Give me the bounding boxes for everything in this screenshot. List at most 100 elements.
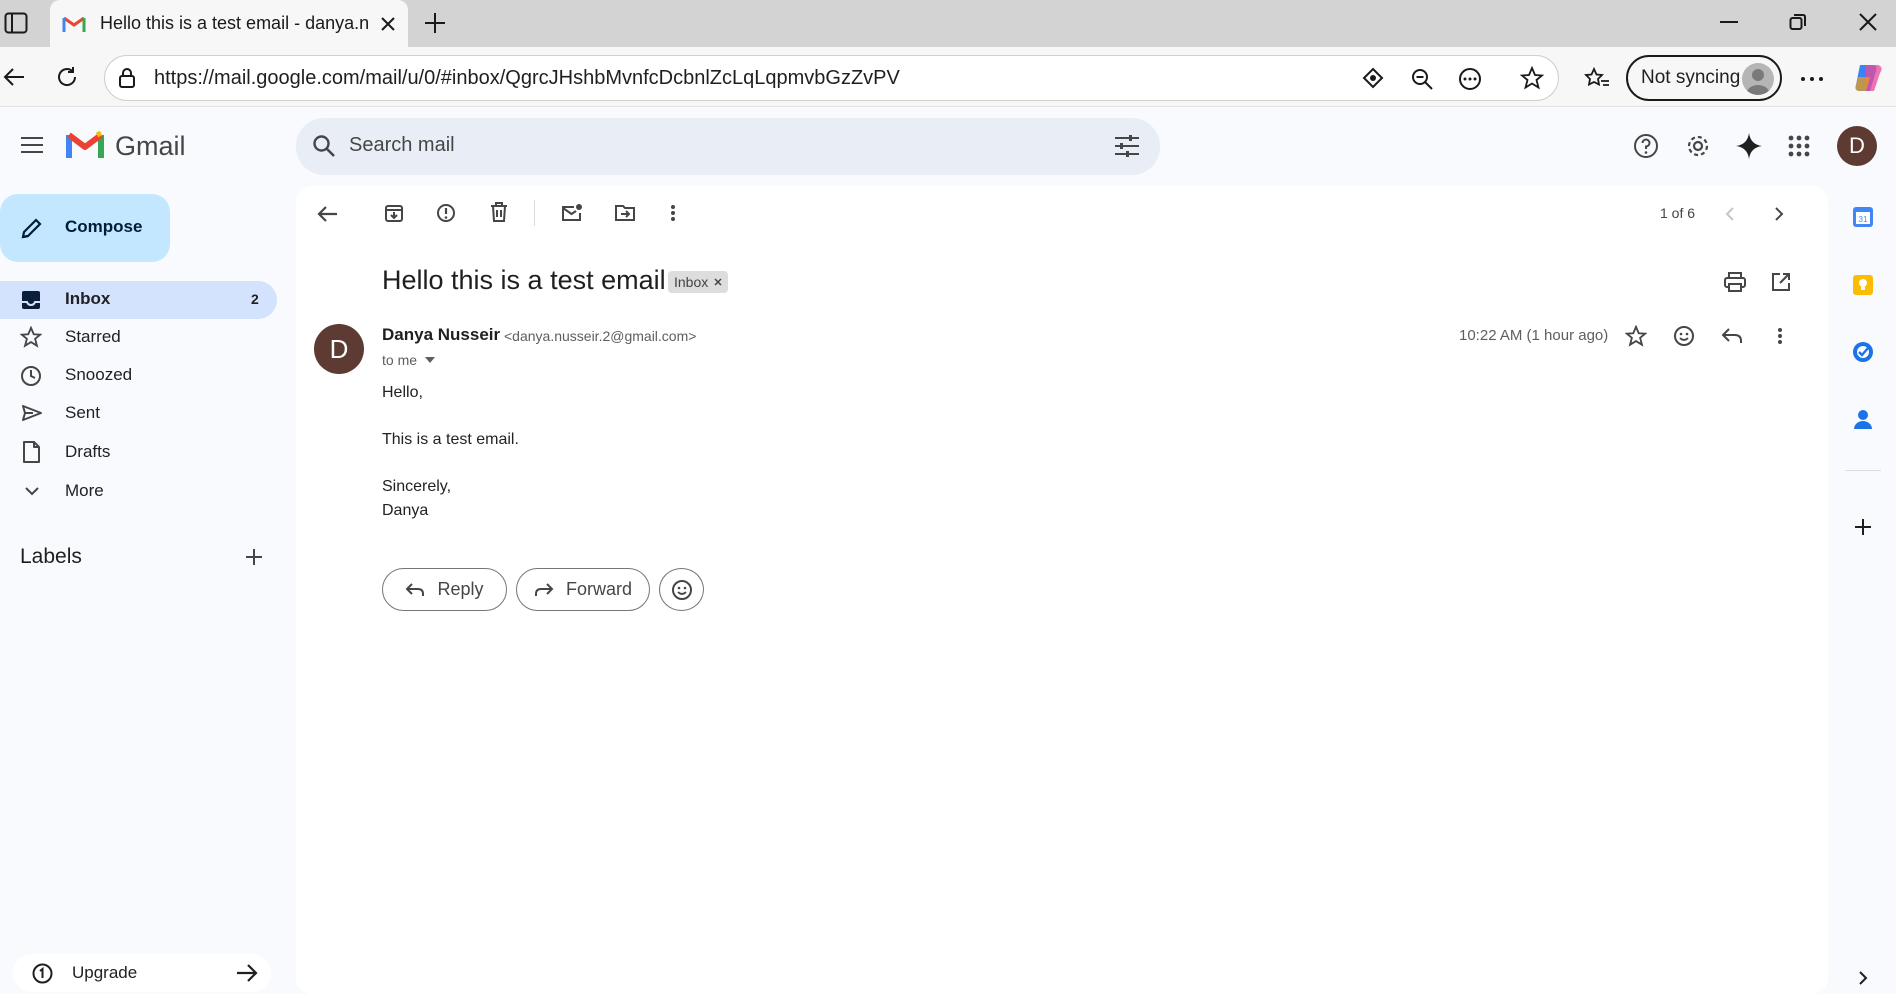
forward-arrow-icon	[534, 582, 554, 598]
browser-menu-icon[interactable]	[1800, 76, 1824, 82]
send-icon[interactable]	[21, 404, 43, 422]
message-more-icon[interactable]	[1777, 327, 1783, 345]
url-text[interactable]: https://mail.google.com/mail/u/0/#inbox/…	[154, 67, 900, 90]
search-options-icon[interactable]	[1114, 134, 1140, 158]
side-panel	[1831, 186, 1896, 994]
open-in-new-window-icon[interactable]	[1771, 272, 1791, 292]
labels-heading: Labels	[20, 545, 82, 568]
delete-trash-icon[interactable]	[490, 202, 508, 222]
calendar-icon[interactable]: 31	[1852, 206, 1874, 228]
svg-text:31: 31	[1859, 215, 1868, 224]
gmail-logo-text[interactable]: Gmail	[115, 131, 186, 162]
smiley-icon	[671, 579, 693, 601]
apps-grid-icon[interactable]	[1788, 135, 1810, 157]
sidebar-item-snoozed[interactable]: Snoozed	[65, 365, 132, 385]
new-tab-icon[interactable]	[423, 11, 447, 35]
keep-icon[interactable]	[1852, 274, 1874, 296]
move-to-folder-icon[interactable]	[614, 204, 636, 222]
reload-icon[interactable]	[55, 65, 79, 89]
sender-name[interactable]: Danya Nusseir	[382, 325, 500, 345]
upgrade-badge-icon	[32, 963, 53, 984]
sync-status-label: Not syncing	[1641, 67, 1741, 88]
browser-back-icon[interactable]	[2, 66, 26, 88]
tracking-prevention-icon[interactable]	[1362, 67, 1384, 89]
more-actions-icon[interactable]	[670, 204, 676, 222]
archive-icon[interactable]	[384, 203, 404, 223]
settings-gear-icon[interactable]	[1684, 132, 1712, 160]
side-panel-divider	[1845, 470, 1881, 471]
mark-unread-icon[interactable]	[561, 203, 583, 223]
label-chip-text: Inbox	[674, 274, 709, 290]
sidebar-item-sent[interactable]: Sent	[65, 403, 100, 423]
favorites-list-icon[interactable]	[1584, 66, 1610, 90]
copilot-icon[interactable]	[1852, 63, 1884, 93]
gemini-sparkle-icon[interactable]	[1735, 132, 1763, 160]
toolbar-divider	[534, 200, 535, 226]
upgrade-label: Upgrade	[72, 963, 138, 982]
emoji-reaction-button[interactable]	[659, 568, 704, 611]
site-info-icon[interactable]	[117, 67, 137, 89]
main-menu-icon[interactable]	[20, 136, 44, 154]
add-reaction-icon[interactable]	[1673, 325, 1695, 347]
add-label-icon[interactable]	[245, 548, 263, 566]
account-avatar[interactable]: D	[1837, 126, 1877, 166]
browser-tab-active[interactable]: Hello this is a test email - danya.nusse…	[50, 0, 408, 47]
tab-close-icon[interactable]	[380, 16, 396, 32]
tasks-icon[interactable]	[1852, 341, 1874, 363]
sidebar-item-more[interactable]: More	[65, 481, 104, 501]
draft-file-icon[interactable]	[22, 441, 40, 463]
gmail-logo-icon[interactable]	[66, 130, 104, 160]
sidebar-item-drafts[interactable]: Drafts	[65, 442, 110, 462]
contacts-icon[interactable]	[1853, 408, 1873, 430]
chevron-down-icon[interactable]	[24, 486, 40, 496]
sender-avatar[interactable]: D	[314, 324, 364, 374]
sidebar-item-starred[interactable]: Starred	[65, 327, 121, 347]
help-icon[interactable]	[1633, 133, 1659, 159]
reply-button[interactable]: Reply	[382, 568, 507, 611]
compose-label: Compose	[65, 217, 143, 236]
forward-button-label: Forward	[565, 579, 632, 599]
newer-chevron-left-icon[interactable]	[1725, 206, 1735, 222]
search-icon[interactable]	[312, 134, 336, 158]
sidebar-item-inbox[interactable]	[0, 281, 277, 319]
email-subject: Hello this is a test email	[382, 265, 666, 295]
recipient-details[interactable]: to me	[382, 352, 436, 368]
restore-window-icon[interactable]	[1789, 13, 1807, 31]
arrow-right-icon	[236, 963, 258, 983]
reply-arrow-icon	[405, 582, 425, 598]
caret-down-icon[interactable]	[425, 357, 436, 363]
message-pager: 1 of 6	[1660, 205, 1696, 221]
print-icon[interactable]	[1724, 272, 1746, 292]
recipient-text: to me	[382, 352, 418, 368]
inbox-label-chip: Inbox	[668, 271, 729, 293]
body-greeting: Hello,	[382, 384, 423, 401]
older-chevron-right-icon[interactable]	[1774, 206, 1784, 222]
gmail-favicon-icon	[62, 15, 86, 33]
body-signature: Danya	[382, 502, 429, 519]
forward-button[interactable]: Forward	[516, 568, 650, 611]
minimize-window-icon[interactable]	[1719, 20, 1739, 24]
sender-email: <danya.nusseir.2@gmail.com>	[504, 328, 697, 344]
zoom-out-icon[interactable]	[1410, 67, 1434, 91]
inbox-unread-count: 2	[251, 291, 259, 307]
back-to-inbox-icon[interactable]	[316, 205, 338, 223]
report-spam-icon[interactable]	[436, 203, 456, 223]
read-aloud-icon[interactable]	[1458, 67, 1482, 91]
tab-title: Hello this is a test email - danya.nusse…	[100, 13, 370, 33]
body-line: This is a test email.	[382, 431, 519, 448]
get-addons-plus-icon[interactable]	[1854, 518, 1872, 536]
favorite-star-icon[interactable]	[1520, 66, 1544, 90]
sidebar-toggle-icon[interactable]	[4, 12, 28, 34]
star-message-icon[interactable]	[1625, 325, 1647, 347]
clock-icon[interactable]	[20, 365, 42, 387]
reply-icon[interactable]	[1721, 327, 1743, 345]
close-window-icon[interactable]	[1858, 12, 1878, 32]
search-input[interactable]: Search mail	[349, 134, 455, 157]
show-side-panel-chevron-icon[interactable]	[1858, 970, 1868, 986]
star-icon[interactable]	[20, 326, 42, 348]
remove-label-icon[interactable]	[714, 278, 722, 286]
body-signoff: Sincerely,	[382, 478, 452, 495]
email-timestamp: 10:22 AM (1 hour ago)	[1459, 327, 1609, 344]
profile-sync-button[interactable]: Not syncing	[1626, 55, 1782, 101]
inbox-icon	[21, 290, 41, 310]
